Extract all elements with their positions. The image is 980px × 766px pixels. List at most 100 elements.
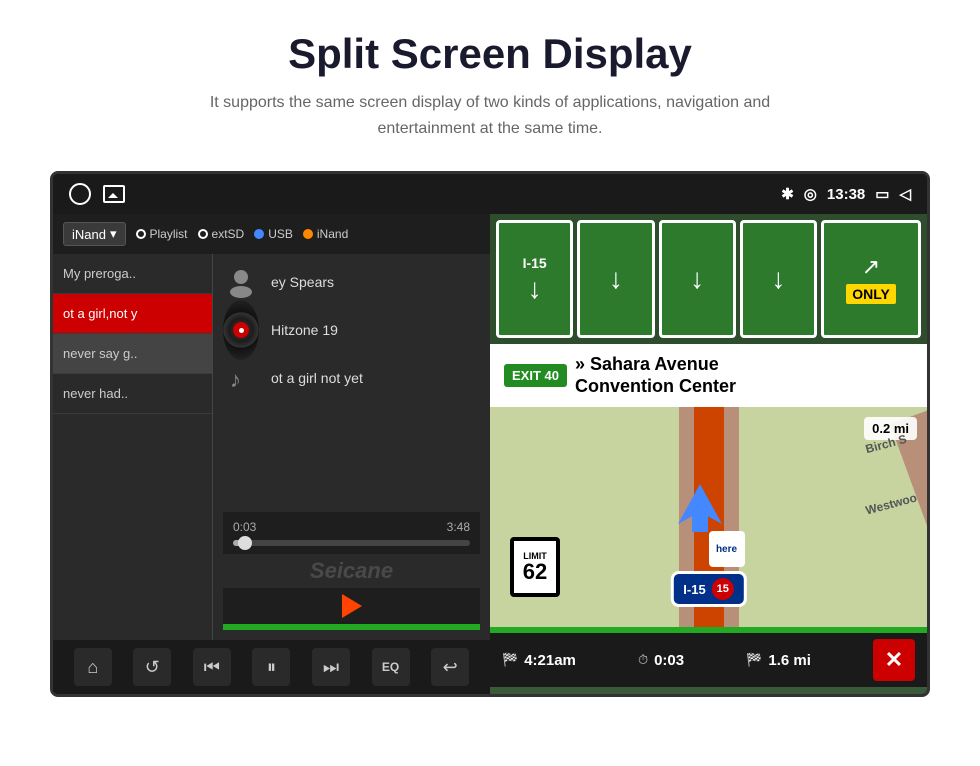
source-label: iNand — [72, 227, 106, 242]
source-usb[interactable]: USB — [254, 227, 293, 241]
progress-times: 0:03 3:48 — [233, 520, 470, 534]
clock-display: 13:38 — [827, 186, 865, 203]
eq-button[interactable]: EQ — [372, 648, 410, 686]
music-main: ey Spears Hitzone 19 — [213, 254, 490, 640]
progress-thumb[interactable] — [238, 536, 252, 550]
prev-button[interactable]: ⏮ — [193, 648, 231, 686]
nav-close-button[interactable]: ✕ — [873, 639, 915, 681]
radio-inand-dot — [303, 229, 313, 239]
here-logo: here — [709, 531, 745, 567]
source-playlist[interactable]: Playlist — [136, 227, 188, 241]
radio-playlist-dot — [136, 229, 146, 239]
bluetooth-icon: ✱ — [781, 185, 794, 203]
page-title: Split Screen Display — [288, 30, 692, 78]
location-icon: ◎ — [804, 185, 817, 203]
status-right-icons: ✱ ◎ 13:38 ▭ ◁ — [781, 185, 911, 203]
source-inand-label: iNand — [317, 227, 348, 241]
source-extsd[interactable]: extSD — [198, 227, 245, 241]
source-playlist-label: Playlist — [150, 227, 188, 241]
home-button[interactable]: ⌂ — [74, 648, 112, 686]
list-item[interactable]: never say g.. — [53, 334, 212, 374]
dropdown-arrow-icon: ▾ — [110, 226, 117, 242]
clock-eta-icon: ⏱ — [638, 652, 648, 668]
source-inand[interactable]: iNand — [303, 227, 348, 241]
list-item[interactable]: ot a girl,not y — [53, 294, 212, 334]
destination-line2: Convention Center — [575, 376, 736, 396]
split-area: iNand ▾ Playlist extSD USB iNand — [53, 214, 927, 694]
back-button[interactable]: ↩ — [431, 648, 469, 686]
next-button[interactable]: ⏭ — [312, 648, 350, 686]
eta-distance: 1.6 mi — [768, 652, 811, 669]
list-item[interactable]: never had.. — [53, 374, 212, 414]
song-title: ot a girl not yet — [271, 370, 363, 386]
eta-duration: ⏱ 0:03 — [638, 652, 684, 669]
page-subtitle: It supports the same screen display of t… — [190, 90, 790, 141]
album-row: Hitzone 19 — [223, 312, 480, 348]
vinyl-icon — [223, 312, 259, 348]
music-green-strip — [223, 624, 480, 630]
interstate-sign: I-15 15 — [670, 571, 746, 607]
progress-area: 0:03 3:48 — [223, 512, 480, 554]
highway-sign-2: ↓ — [577, 220, 654, 338]
progress-bar[interactable] — [233, 540, 470, 546]
only-sign: ↗ ONLY — [821, 220, 921, 338]
only-label: ONLY — [846, 284, 896, 304]
image-icon — [103, 185, 125, 203]
arrow-down-icon-4: ↓ — [771, 265, 785, 293]
exit-info: EXIT 40 » Sahara Avenue Convention Cente… — [490, 344, 927, 407]
watermark: Seicane — [223, 554, 480, 588]
progress-total: 3:48 — [447, 520, 470, 534]
interstate-label: I-15 — [683, 582, 705, 597]
highway-signs: I-15 ↓ ↓ ↓ ↓ ↗ ONLY — [490, 214, 927, 344]
speed-sign: LIMIT 62 — [510, 537, 560, 597]
playpause-button[interactable]: ⏸ — [252, 648, 290, 686]
status-bar: ✱ ◎ 13:38 ▭ ◁ — [53, 174, 927, 214]
nav-bottom-bar: 🏁 4:21am ⏱ 0:03 🏁 1.6 mi ✕ — [490, 633, 927, 687]
artist-row: ey Spears — [223, 264, 480, 300]
exit-destination: » Sahara Avenue Convention Center — [575, 354, 736, 397]
music-source-bar: iNand ▾ Playlist extSD USB iNand — [53, 214, 490, 254]
play-indicator-icon — [342, 594, 362, 618]
song-row: ♪ ot a girl not yet — [223, 360, 480, 396]
speed-value: 62 — [523, 561, 547, 583]
progress-current: 0:03 — [233, 520, 256, 534]
eta-distance-section: 🏁 1.6 mi — [746, 652, 811, 669]
svg-text:♪: ♪ — [230, 367, 241, 392]
list-item[interactable]: My preroga.. — [53, 254, 212, 294]
home-circle-icon — [69, 183, 91, 205]
flag-end-icon: 🏁 — [746, 652, 762, 668]
highway-sign-1: I-15 ↓ — [496, 220, 573, 338]
device-frame: ✱ ◎ 13:38 ▭ ◁ iNand ▾ Playlist — [50, 171, 930, 697]
arrow-down-icon-3: ↓ — [690, 265, 704, 293]
eta-time: 4:21am — [524, 652, 576, 669]
back-arrow-icon: ◁ — [899, 185, 911, 203]
music-panel: iNand ▾ Playlist extSD USB iNand — [53, 214, 490, 694]
radio-extsd-dot — [198, 229, 208, 239]
arrow-down-icon-1: ↓ — [528, 275, 542, 303]
controls-bar: ⌂ ↺ ⏮ ⏸ ⏭ EQ ↩ — [53, 640, 490, 694]
music-note-icon: ♪ — [223, 360, 259, 396]
source-usb-label: USB — [268, 227, 293, 241]
eta-arrival: 🏁 4:21am — [502, 652, 576, 669]
eta-travel-time: 0:03 — [654, 652, 684, 669]
only-arrow-icon: ↗ — [862, 254, 880, 280]
highway-sign-4: ↓ — [740, 220, 817, 338]
track-info: ey Spears Hitzone 19 — [223, 264, 480, 512]
source-extsd-label: extSD — [212, 227, 245, 241]
battery-icon: ▭ — [875, 185, 889, 203]
arrow-down-icon-2: ↓ — [609, 265, 623, 293]
highway-sign-3: ↓ — [659, 220, 736, 338]
source-dropdown[interactable]: iNand ▾ — [63, 222, 126, 246]
exit-badge: EXIT 40 — [504, 364, 567, 387]
album-name: Hitzone 19 — [271, 322, 338, 338]
playlist-sidebar: My preroga.. ot a girl,not y never say g… — [53, 254, 213, 640]
artist-icon — [223, 264, 259, 300]
map-area: LIMIT 62 here I-15 15 0.2 mi Birch S Wes… — [490, 407, 927, 627]
repeat-button[interactable]: ↺ — [133, 648, 171, 686]
radio-usb-dot — [254, 229, 264, 239]
artist-name: ey Spears — [271, 274, 334, 290]
status-left-icons — [69, 183, 125, 205]
nav-panel: I-15 ↓ ↓ ↓ ↓ ↗ ONLY EXIT 40 — [490, 214, 927, 694]
interstate-badge: 15 — [712, 578, 734, 600]
destination-line1: » Sahara Avenue — [575, 354, 719, 374]
